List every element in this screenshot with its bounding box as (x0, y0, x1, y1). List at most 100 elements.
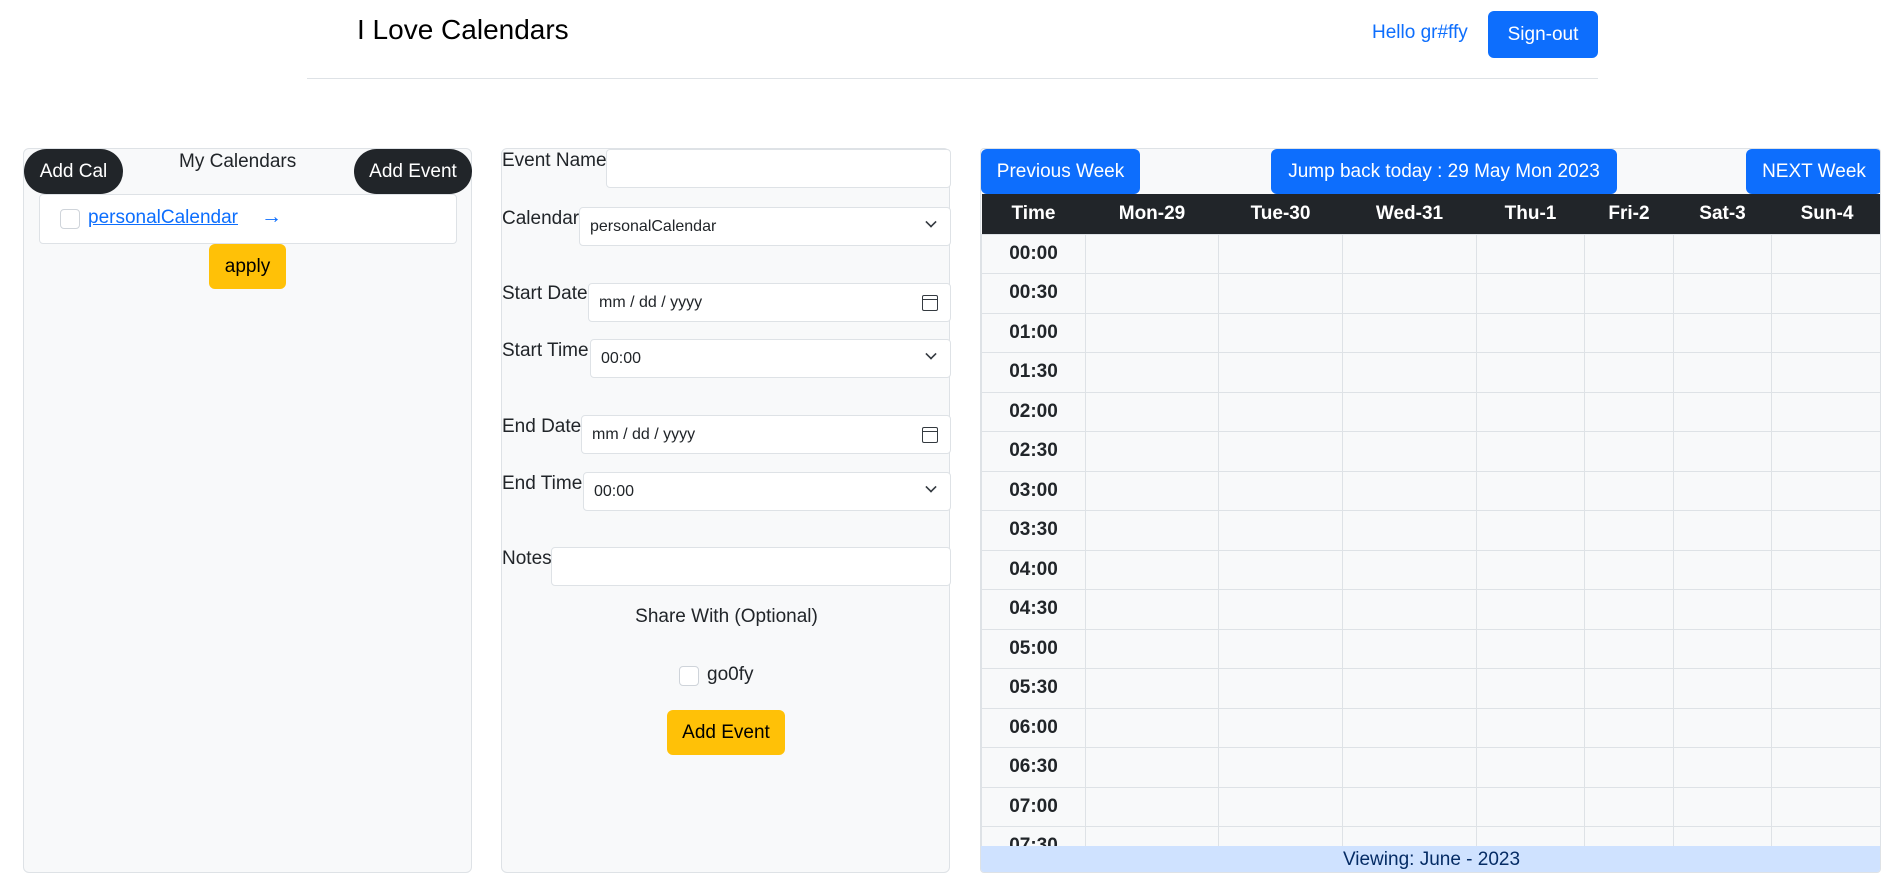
time-slot-cell[interactable] (1673, 233, 1772, 274)
time-slot-cell[interactable] (1085, 470, 1219, 511)
time-slot-cell[interactable] (1085, 273, 1219, 314)
time-slot-cell[interactable] (1342, 233, 1477, 274)
add-event-toggle-button[interactable]: Add Event (354, 149, 472, 194)
time-slot-cell[interactable] (1771, 273, 1880, 314)
time-slot-cell[interactable] (1085, 668, 1219, 709)
time-slot-cell[interactable] (1476, 747, 1585, 788)
calendar-link[interactable]: personalCalendar (88, 207, 238, 229)
time-slot-cell[interactable] (1771, 352, 1880, 393)
time-slot-cell[interactable] (1342, 470, 1477, 511)
time-slot-cell[interactable] (1218, 510, 1343, 551)
time-slot-cell[interactable] (1085, 510, 1219, 551)
time-slot-cell[interactable] (1673, 470, 1772, 511)
time-slot-cell[interactable] (1342, 589, 1477, 630)
calendar-icon[interactable] (922, 427, 938, 443)
time-slot-cell[interactable] (1085, 747, 1219, 788)
start-time-select[interactable]: 00:00 (590, 339, 951, 378)
calendar-checkbox[interactable] (60, 209, 80, 229)
week-grid-scroll[interactable]: Time Mon-29 Tue-30 Wed-31 Thu-1 Fri-2 Sa… (981, 194, 1880, 846)
end-date-input[interactable]: mm / dd / yyyy (581, 415, 951, 454)
time-slot-cell[interactable] (1476, 312, 1585, 353)
time-slot-cell[interactable] (1771, 668, 1880, 709)
add-event-submit-button[interactable]: Add Event (667, 710, 785, 755)
time-slot-cell[interactable] (1342, 628, 1477, 669)
time-slot-cell[interactable] (1342, 312, 1477, 353)
calendar-icon[interactable] (922, 295, 938, 311)
time-slot-cell[interactable] (1342, 549, 1477, 590)
time-slot-cell[interactable] (1584, 668, 1674, 709)
time-slot-cell[interactable] (1584, 826, 1674, 846)
time-slot-cell[interactable] (1584, 312, 1674, 353)
time-slot-cell[interactable] (1673, 431, 1772, 472)
time-slot-cell[interactable] (1476, 431, 1585, 472)
time-slot-cell[interactable] (1584, 628, 1674, 669)
apply-button[interactable]: apply (209, 244, 286, 289)
time-slot-cell[interactable] (1673, 549, 1772, 590)
time-slot-cell[interactable] (1771, 707, 1880, 748)
time-slot-cell[interactable] (1218, 352, 1343, 393)
time-slot-cell[interactable] (1342, 352, 1477, 393)
time-slot-cell[interactable] (1584, 510, 1674, 551)
time-slot-cell[interactable] (1218, 391, 1343, 432)
time-slot-cell[interactable] (1771, 431, 1880, 472)
time-slot-cell[interactable] (1218, 747, 1343, 788)
time-slot-cell[interactable] (1218, 628, 1343, 669)
start-date-input[interactable]: mm / dd / yyyy (588, 283, 951, 322)
time-slot-cell[interactable] (1342, 510, 1477, 551)
time-slot-cell[interactable] (1476, 273, 1585, 314)
jump-today-button[interactable]: Jump back today : 29 May Mon 2023 (1271, 149, 1617, 194)
time-slot-cell[interactable] (1771, 510, 1880, 551)
time-slot-cell[interactable] (1218, 589, 1343, 630)
time-slot-cell[interactable] (1085, 391, 1219, 432)
previous-week-button[interactable]: Previous Week (981, 149, 1140, 194)
add-calendar-button[interactable]: Add Cal (24, 149, 123, 194)
time-slot-cell[interactable] (1342, 826, 1477, 846)
time-slot-cell[interactable] (1673, 628, 1772, 669)
time-slot-cell[interactable] (1673, 312, 1772, 353)
time-slot-cell[interactable] (1771, 589, 1880, 630)
time-slot-cell[interactable] (1584, 352, 1674, 393)
time-slot-cell[interactable] (1085, 707, 1219, 748)
time-slot-cell[interactable] (1218, 786, 1343, 827)
time-slot-cell[interactable] (1584, 589, 1674, 630)
time-slot-cell[interactable] (1476, 826, 1585, 846)
time-slot-cell[interactable] (1085, 786, 1219, 827)
time-slot-cell[interactable] (1673, 747, 1772, 788)
user-greeting-link[interactable]: Hello gr#ffy (1372, 22, 1468, 44)
share-user-checkbox[interactable] (679, 666, 699, 686)
time-slot-cell[interactable] (1342, 668, 1477, 709)
time-slot-cell[interactable] (1476, 668, 1585, 709)
time-slot-cell[interactable] (1085, 233, 1219, 274)
time-slot-cell[interactable] (1476, 628, 1585, 669)
time-slot-cell[interactable] (1673, 510, 1772, 551)
event-name-input[interactable] (606, 149, 951, 188)
time-slot-cell[interactable] (1476, 589, 1585, 630)
notes-input[interactable] (551, 547, 951, 586)
time-slot-cell[interactable] (1771, 747, 1880, 788)
time-slot-cell[interactable] (1085, 312, 1219, 353)
time-slot-cell[interactable] (1342, 786, 1477, 827)
time-slot-cell[interactable] (1342, 707, 1477, 748)
time-slot-cell[interactable] (1342, 747, 1477, 788)
time-slot-cell[interactable] (1584, 786, 1674, 827)
time-slot-cell[interactable] (1771, 470, 1880, 511)
time-slot-cell[interactable] (1218, 707, 1343, 748)
time-slot-cell[interactable] (1584, 431, 1674, 472)
time-slot-cell[interactable] (1342, 431, 1477, 472)
arrow-right-icon[interactable]: → (261, 205, 282, 229)
time-slot-cell[interactable] (1584, 549, 1674, 590)
calendar-select[interactable]: personalCalendar (579, 207, 951, 246)
time-slot-cell[interactable] (1476, 707, 1585, 748)
time-slot-cell[interactable] (1673, 707, 1772, 748)
end-time-select[interactable]: 00:00 (583, 472, 951, 511)
time-slot-cell[interactable] (1218, 273, 1343, 314)
time-slot-cell[interactable] (1218, 470, 1343, 511)
next-week-button[interactable]: NEXT Week (1746, 149, 1880, 194)
time-slot-cell[interactable] (1673, 786, 1772, 827)
time-slot-cell[interactable] (1342, 391, 1477, 432)
time-slot-cell[interactable] (1476, 549, 1585, 590)
time-slot-cell[interactable] (1771, 391, 1880, 432)
time-slot-cell[interactable] (1771, 312, 1880, 353)
time-slot-cell[interactable] (1476, 470, 1585, 511)
time-slot-cell[interactable] (1584, 273, 1674, 314)
